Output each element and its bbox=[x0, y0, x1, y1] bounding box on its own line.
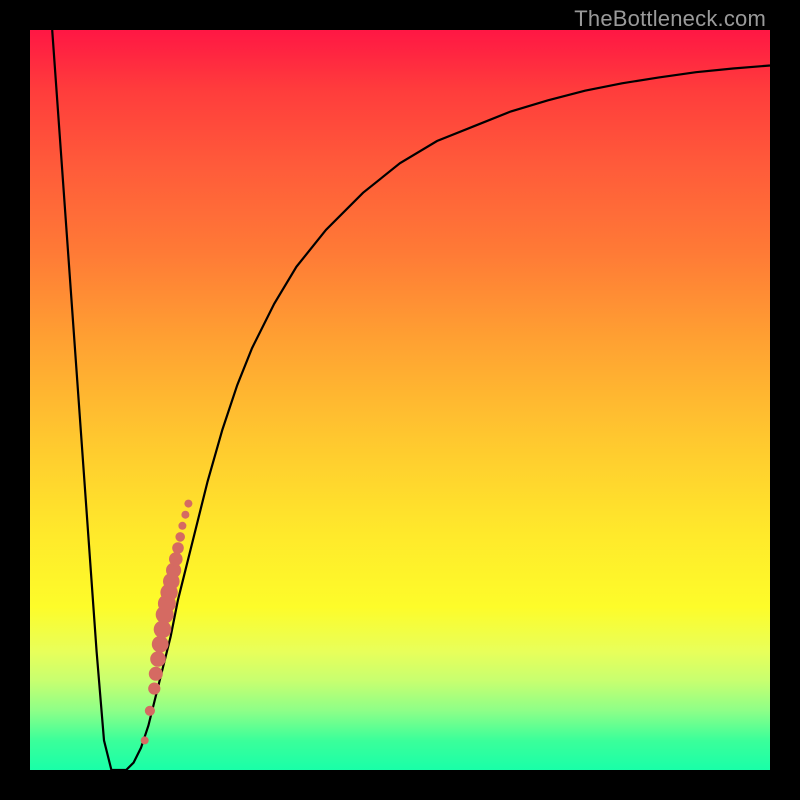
highlight-dot bbox=[184, 500, 192, 508]
highlight-dot bbox=[172, 542, 184, 554]
highlight-dot bbox=[152, 636, 169, 653]
highlight-dot bbox=[178, 522, 186, 530]
highlight-dot bbox=[150, 651, 166, 667]
highlight-dot bbox=[169, 552, 183, 566]
highlight-dot bbox=[149, 667, 163, 681]
highlight-dots bbox=[141, 500, 193, 745]
highlight-dot bbox=[141, 736, 149, 744]
chart-overlay bbox=[30, 30, 770, 770]
highlight-dot bbox=[181, 511, 189, 519]
highlight-dot bbox=[145, 706, 155, 716]
highlight-dot bbox=[148, 683, 160, 695]
attribution-label: TheBottleneck.com bbox=[574, 6, 766, 32]
highlight-dot bbox=[175, 532, 185, 542]
chart-frame: TheBottleneck.com bbox=[0, 0, 800, 800]
